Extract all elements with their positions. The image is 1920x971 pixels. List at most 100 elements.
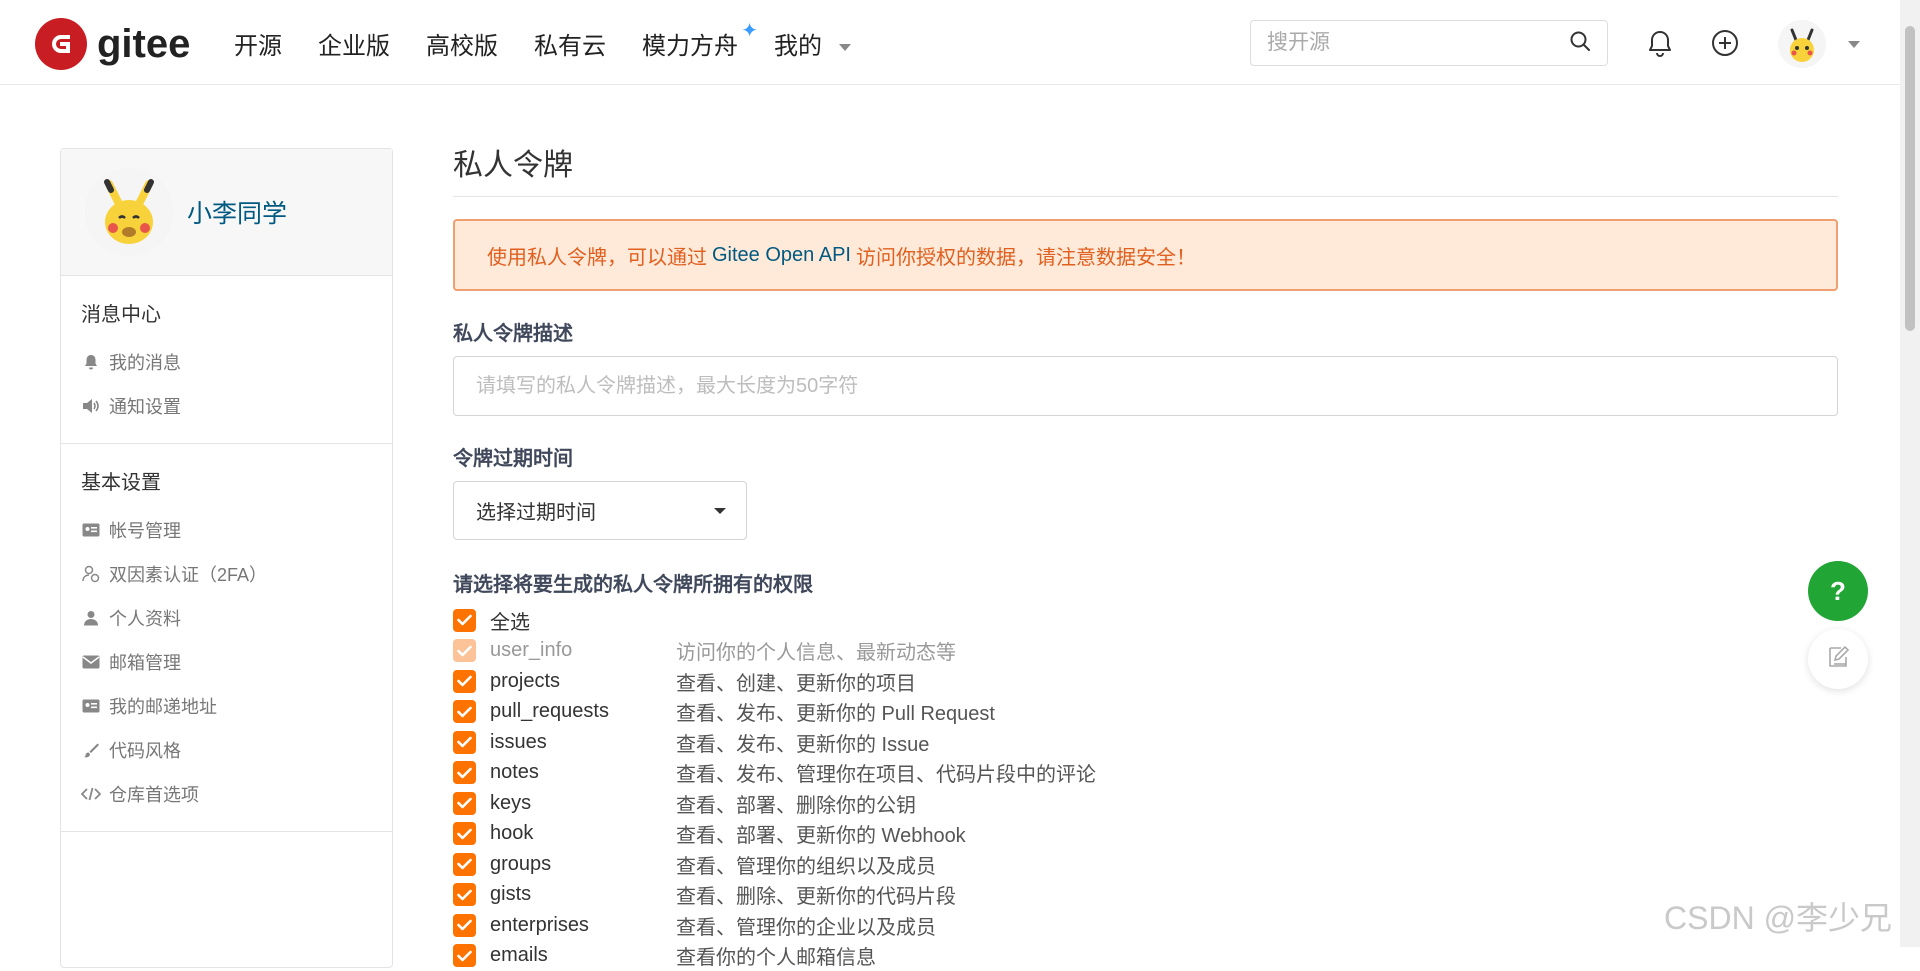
watermark: CSDN @李少兄 bbox=[1664, 893, 1892, 939]
search-box bbox=[1250, 20, 1608, 66]
settings-sidebar: 小李同学 消息中心 我的消息 通知设置 基本设置 帐号管理 bbox=[60, 148, 393, 968]
search-input[interactable] bbox=[1267, 31, 1569, 55]
sidebar-item-label: 我的消息 bbox=[109, 349, 181, 375]
scrollbar-thumb[interactable] bbox=[1905, 26, 1915, 331]
id-card-icon bbox=[81, 520, 101, 540]
select-all-label: 全选 bbox=[490, 606, 676, 635]
sidebar-section-basic-settings: 基本设置 帐号管理 双因素认证（2FA） 个人资料 邮箱管理 bbox=[61, 444, 392, 832]
sidebar-item-label: 仓库首选项 bbox=[109, 781, 199, 807]
sidebar-item-notification-settings[interactable]: 通知设置 bbox=[61, 379, 392, 433]
permission-checkbox[interactable] bbox=[453, 822, 476, 845]
permission-description: 查看、管理你的组织以及成员 bbox=[676, 850, 936, 879]
permission-checkbox[interactable] bbox=[453, 883, 476, 906]
permission-checkbox[interactable] bbox=[453, 853, 476, 876]
sidebar-section-title: 消息中心 bbox=[61, 298, 392, 327]
permission-description: 查看、删除、更新你的代码片段 bbox=[676, 880, 956, 909]
gitee-logo[interactable]: gitee bbox=[35, 18, 190, 70]
edit-icon bbox=[1826, 645, 1850, 674]
permission-row: projects查看、创建、更新你的项目 bbox=[453, 666, 1838, 697]
profile-username[interactable]: 小李同学 bbox=[187, 194, 287, 230]
permission-checkbox[interactable] bbox=[453, 700, 476, 723]
user-avatar[interactable] bbox=[1778, 20, 1826, 68]
nav-enterprise[interactable]: 企业版 bbox=[318, 26, 390, 61]
notice-api-link[interactable]: Gitee Open API bbox=[712, 244, 851, 267]
permission-name: groups bbox=[490, 853, 676, 876]
permission-row: notes查看、发布、管理你在项目、代码片段中的评论 bbox=[453, 758, 1838, 789]
code-icon bbox=[81, 784, 101, 804]
permission-name: projects bbox=[490, 670, 676, 693]
sidebar-item-label: 帐号管理 bbox=[109, 517, 181, 543]
volume-icon bbox=[81, 396, 101, 416]
address-card-icon bbox=[81, 696, 101, 716]
permission-description: 查看你的个人邮箱信息 bbox=[676, 941, 876, 970]
sidebar-section-messages: 消息中心 我的消息 通知设置 bbox=[61, 276, 392, 444]
sidebar-section-title: 基本设置 bbox=[61, 466, 392, 495]
search-icon[interactable] bbox=[1569, 30, 1591, 57]
permission-name: enterprises bbox=[490, 914, 676, 937]
permission-name: emails bbox=[490, 944, 676, 967]
permission-checkbox[interactable] bbox=[453, 914, 476, 937]
plus-circle-icon[interactable] bbox=[1708, 26, 1742, 60]
profile-card: 小李同学 bbox=[61, 149, 392, 276]
permission-checkbox[interactable] bbox=[453, 944, 476, 967]
security-notice: 使用私人令牌，可以通过 Gitee Open API 访问你授权的数据，请注意数… bbox=[453, 219, 1838, 291]
token-desc-input[interactable] bbox=[453, 356, 1838, 416]
nav-education[interactable]: 高校版 bbox=[426, 26, 498, 61]
notice-prefix: 使用私人令牌，可以通过 bbox=[487, 241, 707, 270]
token-desc-label: 私人令牌描述 bbox=[453, 317, 1838, 346]
permission-row: hook查看、部署、更新你的 Webhook bbox=[453, 819, 1838, 850]
permission-row: emails查看你的个人邮箱信息 bbox=[453, 941, 1838, 971]
permission-checkbox[interactable] bbox=[453, 761, 476, 784]
permission-row: keys查看、部署、删除你的公钥 bbox=[453, 788, 1838, 819]
brush-icon bbox=[81, 740, 101, 760]
user-shield-icon bbox=[81, 564, 101, 584]
main-content: 私人令牌 使用私人令牌，可以通过 Gitee Open API 访问你授权的数据… bbox=[453, 140, 1838, 971]
chevron-down-icon bbox=[839, 44, 851, 51]
bell-icon bbox=[81, 352, 101, 372]
sparkle-icon: ✦ bbox=[741, 18, 758, 43]
avatar-chevron-down-icon[interactable] bbox=[1848, 41, 1860, 48]
nav-moli-fangzhou[interactable]: 模力方舟 ✦ bbox=[642, 26, 738, 61]
permissions-title: 请选择将要生成的私人令牌所拥有的权限 bbox=[453, 568, 1838, 597]
permission-description: 查看、管理你的企业以及成员 bbox=[676, 911, 936, 940]
permission-name: user_info bbox=[490, 639, 676, 662]
logo-text: gitee bbox=[97, 22, 190, 67]
nav-open-source[interactable]: 开源 bbox=[234, 26, 282, 61]
permission-name: gists bbox=[490, 883, 676, 906]
permission-row: user_info访问你的个人信息、最新动态等 bbox=[453, 636, 1838, 667]
expire-select-value: 选择过期时间 bbox=[476, 496, 596, 525]
top-header: gitee 开源 企业版 高校版 私有云 模力方舟 ✦ 我的 bbox=[0, 0, 1900, 85]
permission-checkbox[interactable] bbox=[453, 670, 476, 693]
expire-label: 令牌过期时间 bbox=[453, 442, 1838, 471]
permission-row: pull_requests查看、发布、更新你的 Pull Request bbox=[453, 697, 1838, 728]
sidebar-item-repo-preferences[interactable]: 仓库首选项 bbox=[61, 767, 392, 821]
permission-description: 访问你的个人信息、最新动态等 bbox=[676, 636, 956, 665]
permission-description: 查看、发布、管理你在项目、代码片段中的评论 bbox=[676, 758, 1096, 787]
permission-name: issues bbox=[490, 731, 676, 754]
sidebar-item-label: 个人资料 bbox=[109, 605, 181, 631]
permission-row: enterprises查看、管理你的企业以及成员 bbox=[453, 910, 1838, 941]
permission-name: notes bbox=[490, 761, 676, 784]
user-icon bbox=[81, 608, 101, 628]
permission-checkbox[interactable] bbox=[453, 792, 476, 815]
permission-description: 查看、部署、更新你的 Webhook bbox=[676, 819, 966, 848]
feedback-button[interactable] bbox=[1808, 629, 1868, 689]
permission-row: issues查看、发布、更新你的 Issue bbox=[453, 727, 1838, 758]
select-all-row: 全选 bbox=[453, 605, 1838, 636]
permission-name: pull_requests bbox=[490, 700, 676, 723]
nav-mine[interactable]: 我的 bbox=[774, 26, 851, 61]
permission-checkbox[interactable] bbox=[453, 731, 476, 754]
permission-description: 查看、部署、删除你的公钥 bbox=[676, 789, 916, 818]
chevron-down-icon bbox=[714, 508, 726, 514]
sidebar-item-label: 通知设置 bbox=[109, 393, 181, 419]
expire-select[interactable]: 选择过期时间 bbox=[453, 481, 747, 540]
select-all-checkbox[interactable] bbox=[453, 609, 476, 632]
nav-private-cloud[interactable]: 私有云 bbox=[534, 26, 606, 61]
bell-icon[interactable] bbox=[1643, 26, 1677, 60]
permission-name: hook bbox=[490, 822, 676, 845]
profile-avatar[interactable] bbox=[85, 168, 173, 256]
permission-description: 查看、发布、更新你的 Pull Request bbox=[676, 697, 995, 726]
permission-row: groups查看、管理你的组织以及成员 bbox=[453, 849, 1838, 880]
page-scrollbar[interactable] bbox=[1900, 0, 1920, 947]
help-button[interactable]: ? bbox=[1808, 561, 1868, 621]
